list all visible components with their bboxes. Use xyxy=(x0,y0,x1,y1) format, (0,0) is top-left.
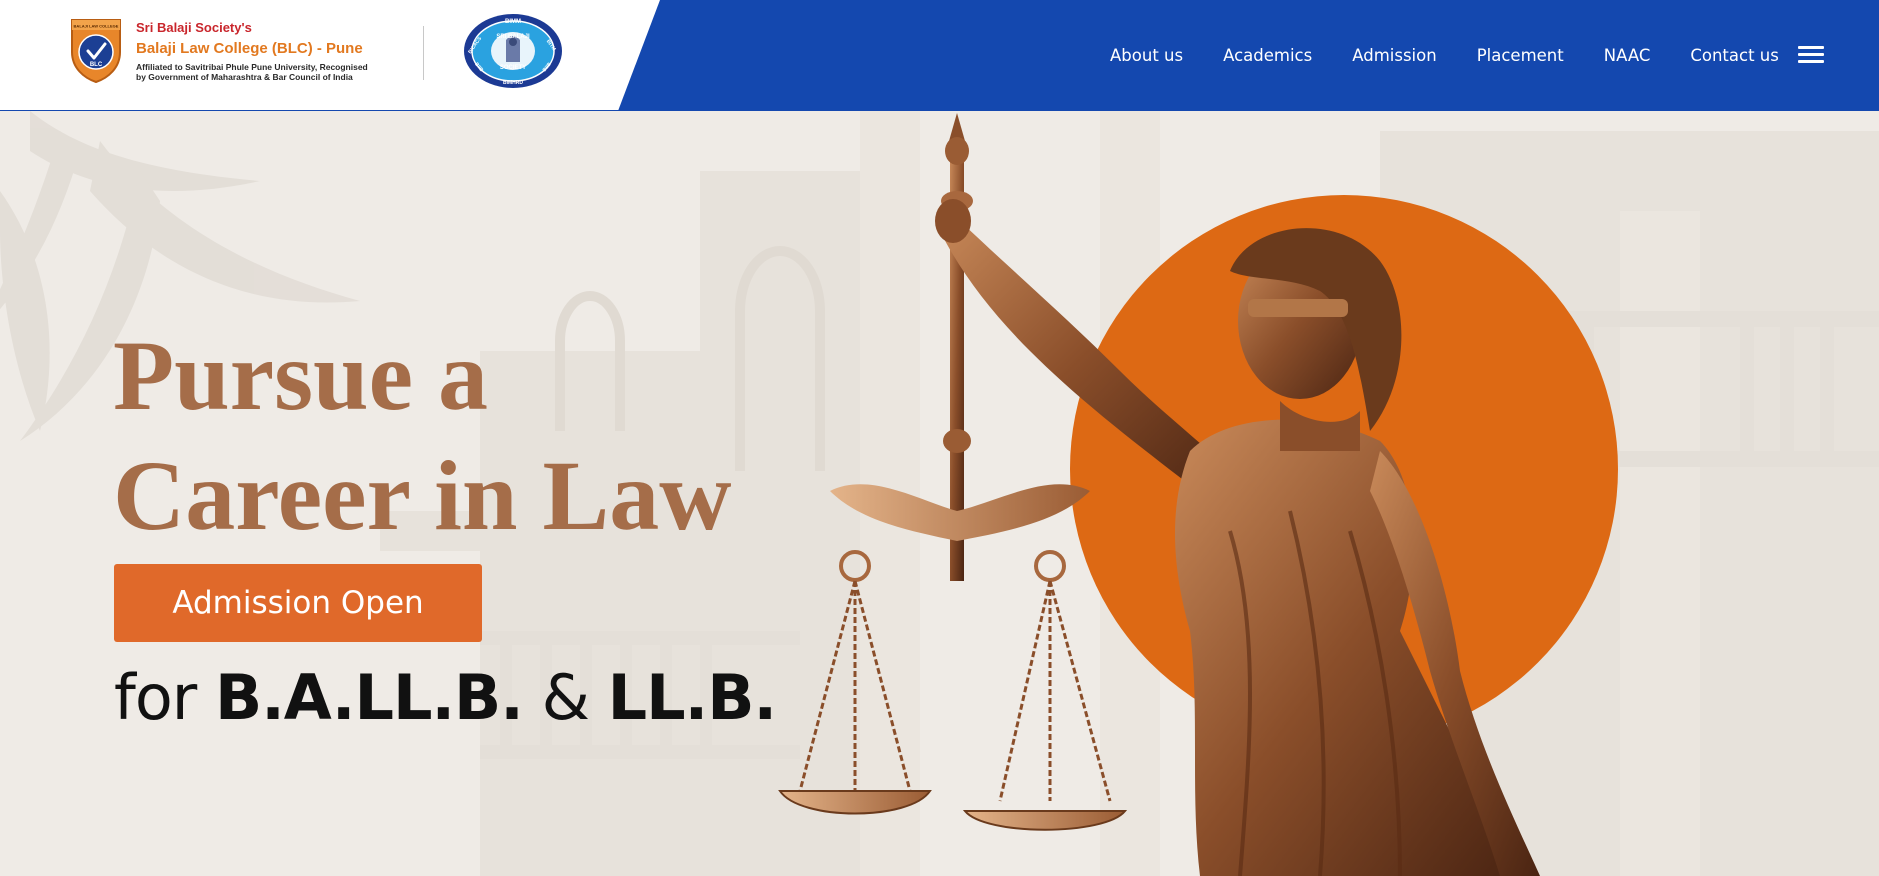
hero-headline: Pursue a Career in Law xyxy=(113,316,731,556)
hero-headline-line1: Pursue a xyxy=(113,320,488,431)
nav-admission[interactable]: Admission xyxy=(1352,46,1436,65)
nav-academics[interactable]: Academics xyxy=(1223,46,1312,65)
blc-logo-top-text: BALAJI LAW COLLEGE xyxy=(74,24,119,29)
program-ballb: B.A.LL.B. xyxy=(214,661,524,734)
programs-prefix: for xyxy=(114,661,197,734)
brand-affiliation: Affiliated to Savitribai Phule Pune Univ… xyxy=(136,62,416,82)
society-ring-bottom: BIMHRD xyxy=(503,80,523,86)
brand-society-name: Sri Balaji Society's xyxy=(136,20,252,35)
sri-balaji-society-logo[interactable]: BIMM BICACS BITM BIIB BIIB BIMHRD SRI BA… xyxy=(462,12,564,90)
header-divider xyxy=(423,26,424,80)
lady-justice-statue-image xyxy=(778,113,1540,876)
program-llb: LL.B. xyxy=(607,661,777,734)
society-logo-name: SRI BALAJI xyxy=(496,34,530,40)
society-logo-society: SOCIETY xyxy=(500,65,526,71)
brand-affiliation-line2: by Government of Maharashtra & Bar Counc… xyxy=(136,72,353,82)
nav-naac[interactable]: NAAC xyxy=(1604,46,1651,65)
blc-shield-logo[interactable]: BALAJI LAW COLLEGE BLC xyxy=(68,16,124,84)
hero-banner: Pursue a Career in Law Admission Open fo… xyxy=(0,111,1879,876)
brand-affiliation-line1: Affiliated to Savitribai Phule Pune Univ… xyxy=(136,62,368,72)
programs-join: & xyxy=(541,661,590,734)
brand-text[interactable]: Sri Balaji Society's Balaji Law College … xyxy=(136,20,416,82)
blc-logo-badge-text: BLC xyxy=(90,62,103,68)
admission-open-button[interactable]: Admission Open xyxy=(114,564,482,642)
hamburger-icon[interactable] xyxy=(1798,46,1824,66)
site-header: BALAJI LAW COLLEGE BLC Sri Balaji Societ… xyxy=(0,0,1879,112)
hero-headline-line2: Career in Law xyxy=(113,440,732,551)
society-ring-top: BIMM xyxy=(505,19,521,25)
nav-about-us[interactable]: About us xyxy=(1110,46,1183,65)
brand-college-name: Balaji Law College (BLC) - Pune xyxy=(136,40,363,57)
nav-placement[interactable]: Placement xyxy=(1477,46,1564,65)
main-nav: About us Academics Admission Placement N… xyxy=(1110,0,1819,111)
nav-contact-us[interactable]: Contact us xyxy=(1690,46,1779,65)
hero-programs: for B.A.LL.B. & LL.B. xyxy=(114,661,777,734)
